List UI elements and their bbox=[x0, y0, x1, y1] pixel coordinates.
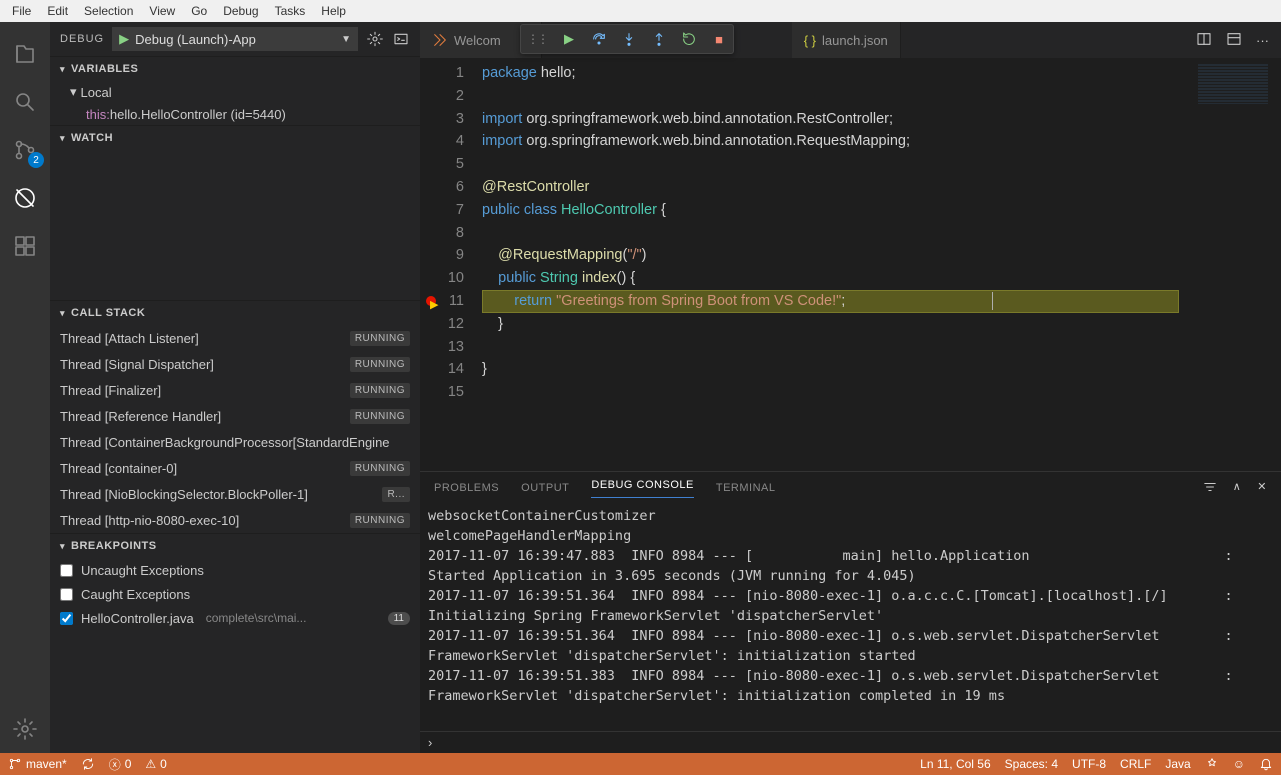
debug-title: DEBUG bbox=[60, 33, 104, 45]
breakpoint-checkbox[interactable] bbox=[60, 564, 73, 577]
chevron-down-icon: ▼ bbox=[341, 34, 351, 45]
panel-tab-terminal[interactable]: TERMINAL bbox=[716, 482, 776, 494]
variable-entry[interactable]: this: hello.HelloController (id=5440) bbox=[50, 103, 420, 125]
git-branch[interactable]: maven* bbox=[8, 757, 67, 771]
bell-icon[interactable] bbox=[1259, 757, 1273, 771]
callstack-thread[interactable]: Thread [Attach Listener]RUNNING bbox=[50, 325, 420, 351]
feedback-icon[interactable] bbox=[1205, 757, 1219, 771]
bottom-panel: PROBLEMSOUTPUTDEBUG CONSOLETERMINAL ∧ ✕ … bbox=[420, 471, 1281, 731]
editor-area: ⋮⋮ ▶ ■ Welcom { } launch.json ··· bbox=[420, 22, 1281, 753]
minimap[interactable] bbox=[1191, 58, 1281, 471]
extensions-icon[interactable] bbox=[0, 222, 50, 270]
debug-console-output[interactable]: websocketContainerCustomizer welcomePage… bbox=[420, 504, 1281, 731]
debug-icon[interactable] bbox=[0, 174, 50, 222]
panel-tab-problems[interactable]: PROBLEMS bbox=[434, 482, 499, 494]
activity-bar: 2 bbox=[0, 22, 50, 753]
scm-badge: 2 bbox=[28, 152, 44, 168]
debug-toolbar[interactable]: ⋮⋮ ▶ ■ bbox=[520, 24, 734, 54]
step-into-button[interactable] bbox=[621, 31, 637, 47]
breakpoints-section-header[interactable]: BREAKPOINTS bbox=[50, 534, 420, 558]
callstack-thread[interactable]: Thread [Reference Handler]RUNNING bbox=[50, 403, 420, 429]
menubar: FileEditSelectionViewGoDebugTasksHelp bbox=[0, 0, 1281, 22]
eol[interactable]: CRLF bbox=[1120, 757, 1151, 771]
breakpoint-item[interactable]: HelloController.javacomplete\src\mai...1… bbox=[50, 606, 420, 630]
gear-icon[interactable] bbox=[366, 31, 384, 47]
menu-selection[interactable]: Selection bbox=[76, 4, 141, 18]
tab-launch-json[interactable]: { } launch.json bbox=[792, 22, 901, 58]
search-icon[interactable] bbox=[0, 78, 50, 126]
split-editor-icon[interactable] bbox=[1196, 31, 1212, 50]
statusbar: maven* ⓧ 0 ⚠ 0 Ln 11, Col 56 Spaces: 4 U… bbox=[0, 753, 1281, 775]
play-icon: ▶ bbox=[119, 31, 129, 47]
chevron-right-icon: › bbox=[428, 735, 432, 750]
step-out-button[interactable] bbox=[651, 31, 667, 47]
sync-icon[interactable] bbox=[81, 757, 95, 771]
callstack-thread[interactable]: Thread [Finalizer]RUNNING bbox=[50, 377, 420, 403]
menu-go[interactable]: Go bbox=[183, 4, 215, 18]
breakpoint-checkbox[interactable] bbox=[60, 588, 73, 601]
close-panel-icon[interactable]: ✕ bbox=[1257, 480, 1267, 497]
settings-gear-icon[interactable] bbox=[0, 705, 50, 753]
callstack-thread[interactable]: Thread [container-0]RUNNING bbox=[50, 455, 420, 481]
menu-edit[interactable]: Edit bbox=[39, 4, 76, 18]
language-mode[interactable]: Java bbox=[1165, 757, 1190, 771]
indentation[interactable]: Spaces: 4 bbox=[1005, 757, 1058, 771]
collapse-icon[interactable]: ∧ bbox=[1233, 480, 1242, 497]
editor-tabs: ⋮⋮ ▶ ■ Welcom { } launch.json ··· bbox=[420, 22, 1281, 58]
scm-icon[interactable]: 2 bbox=[0, 126, 50, 174]
breadcrumb[interactable]: › bbox=[420, 731, 1281, 753]
warnings-count[interactable]: ⚠ 0 bbox=[145, 757, 166, 771]
debug-sidebar: DEBUG ▶ Debug (Launch)-App ▼ VARIABLES ▾… bbox=[50, 22, 420, 753]
callstack-thread[interactable]: Thread [ContainerBackgroundProcessor[Sta… bbox=[50, 429, 420, 455]
more-icon[interactable]: ··· bbox=[1256, 33, 1269, 48]
variables-scope[interactable]: ▾ Local bbox=[50, 81, 420, 103]
restart-button[interactable] bbox=[681, 31, 697, 47]
cursor-position[interactable]: Ln 11, Col 56 bbox=[920, 757, 991, 771]
encoding[interactable]: UTF-8 bbox=[1072, 757, 1106, 771]
menu-file[interactable]: File bbox=[4, 4, 39, 18]
callstack-thread[interactable]: Thread [http-nio-8080-exec-10]RUNNING bbox=[50, 507, 420, 533]
console-icon[interactable] bbox=[392, 31, 410, 47]
errors-count[interactable]: ⓧ 0 bbox=[109, 756, 132, 773]
breakpoint-item[interactable]: Caught Exceptions bbox=[50, 582, 420, 606]
filter-icon[interactable] bbox=[1203, 480, 1217, 497]
variables-section-header[interactable]: VARIABLES bbox=[50, 57, 420, 81]
panel-tab-debug-console[interactable]: DEBUG CONSOLE bbox=[591, 479, 693, 498]
menu-help[interactable]: Help bbox=[313, 4, 354, 18]
breakpoint-item[interactable]: Uncaught Exceptions bbox=[50, 558, 420, 582]
menu-debug[interactable]: Debug bbox=[215, 4, 266, 18]
stop-button[interactable]: ■ bbox=[711, 31, 727, 47]
callstack-thread[interactable]: Thread [Signal Dispatcher]RUNNING bbox=[50, 351, 420, 377]
callstack-section-header[interactable]: CALL STACK bbox=[50, 301, 420, 325]
smiley-icon[interactable]: ☺ bbox=[1233, 757, 1245, 771]
continue-button[interactable]: ▶ bbox=[561, 31, 577, 47]
code-editor[interactable]: 1234567891011▶12131415 package hello; im… bbox=[420, 58, 1281, 471]
grip-icon[interactable]: ⋮⋮ bbox=[527, 32, 547, 46]
step-over-button[interactable] bbox=[591, 31, 607, 47]
panel-tab-output[interactable]: OUTPUT bbox=[521, 482, 569, 494]
breakpoint-checkbox[interactable] bbox=[60, 612, 73, 625]
explorer-icon[interactable] bbox=[0, 30, 50, 78]
debug-config-select[interactable]: ▶ Debug (Launch)-App ▼ bbox=[112, 27, 358, 51]
callstack-thread[interactable]: Thread [NioBlockingSelector.BlockPoller-… bbox=[50, 481, 420, 507]
watch-section-header[interactable]: WATCH bbox=[50, 126, 420, 150]
menu-view[interactable]: View bbox=[141, 4, 183, 18]
menu-tasks[interactable]: Tasks bbox=[267, 4, 314, 18]
layout-icon[interactable] bbox=[1226, 31, 1242, 50]
